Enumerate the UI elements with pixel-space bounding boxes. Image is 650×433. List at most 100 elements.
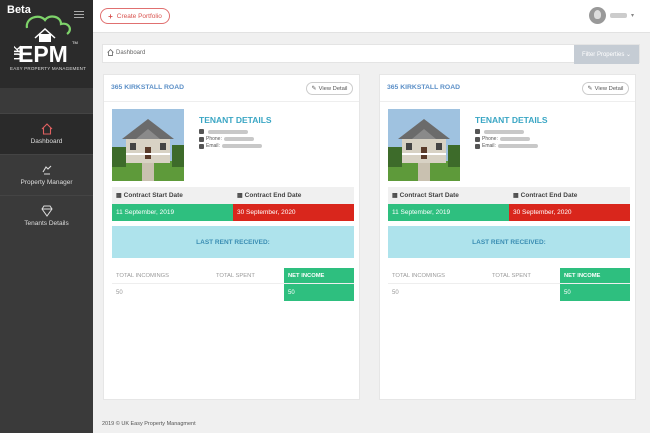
card-header: 365 KIRKSTALL ROAD ✎ View Detail <box>380 75 635 102</box>
property-photo <box>112 109 184 181</box>
sidebar-item-label: Dashboard <box>30 138 63 145</box>
net-income-value: 50 <box>560 284 630 301</box>
sidebar-item-property-manager[interactable]: Property Manager <box>0 154 93 195</box>
tenant-details-title: TENANT DETAILS <box>475 115 548 125</box>
chevron-down-icon: ▾ <box>630 13 634 19</box>
property-card: 365 KIRKSTALL ROAD ✎ View Detail TENANT … <box>103 74 360 400</box>
total-spent-value <box>212 284 284 301</box>
contract-start-header: ▦ Contract Start Date <box>392 192 459 199</box>
plus-icon: + <box>108 11 113 21</box>
diamond-icon <box>40 205 53 217</box>
logo: UK EPM TM <box>13 15 78 66</box>
card-header: 365 KIRKSTALL ROAD ✎ View Detail <box>104 75 359 102</box>
phone-icon <box>199 136 204 142</box>
breadcrumb-dashboard[interactable]: Dashboard <box>107 49 145 56</box>
view-detail-button[interactable]: ✎ View Detail <box>306 82 353 95</box>
create-portfolio-label: Create Portfolio <box>116 12 162 20</box>
view-detail-button[interactable]: ✎ View Detail <box>582 82 629 95</box>
phone-label: Phone: <box>482 136 498 142</box>
total-incomings-value: 50 <box>392 289 399 296</box>
net-income-header: NET INCOME <box>284 268 354 283</box>
logo-area: Beta UK EPM TM EASY PROPERTY MANAGEMENT <box>0 0 93 88</box>
username-blurred <box>609 13 627 18</box>
email-label: Email: <box>482 143 496 149</box>
email-icon <box>475 143 480 149</box>
logo-tagline: EASY PROPERTY MANAGEMENT <box>10 66 87 71</box>
total-incomings-header: TOTAL INCOMINGS <box>392 272 446 279</box>
calendar-icon: ▦ <box>116 193 122 199</box>
sidebar-item-label: Property Manager <box>20 179 73 186</box>
phone-label: Phone: <box>206 136 222 142</box>
view-detail-label: View Detail <box>594 85 624 92</box>
contract-header: ▦ Contract Start Date ▦ Contract End Date <box>112 187 354 204</box>
tenant-phone-line: Phone: <box>475 136 530 142</box>
phone-icon <box>475 136 480 142</box>
contract-dates: 11 September, 2019 30 September, 2020 <box>112 204 354 221</box>
contract-end-header: ▦ Contract End Date <box>237 192 302 199</box>
calendar-icon: ▦ <box>513 193 519 199</box>
contract-start-date: 11 September, 2019 <box>388 204 509 221</box>
sidebar-item-label: Tenants Details <box>24 220 69 227</box>
property-manager-icon <box>42 165 51 175</box>
sidebar-nav: Dashboard Property Manager Tenants Detai… <box>0 113 93 236</box>
user-icon <box>475 129 480 134</box>
calendar-icon: ▦ <box>392 193 398 199</box>
tenant-name-line <box>199 129 248 134</box>
finance-values: 50 50 <box>388 284 630 301</box>
filter-properties-button[interactable]: Filter Properties ⌄ <box>574 45 639 64</box>
email-blurred <box>497 144 538 148</box>
sidebar-item-tenants-details[interactable]: Tenants Details <box>0 195 93 236</box>
contract-dates: 11 September, 2019 30 September, 2020 <box>388 204 630 221</box>
tenant-name-line <box>475 129 524 134</box>
total-spent-value <box>488 284 560 301</box>
last-rent-received: LAST RENT RECEIVED: <box>112 226 354 258</box>
property-title[interactable]: 365 KIRKSTALL ROAD <box>387 84 460 91</box>
total-spent-header: TOTAL SPENT <box>216 272 255 279</box>
home-icon <box>41 123 52 135</box>
sidebar-item-dashboard[interactable]: Dashboard <box>0 113 93 154</box>
tenant-details-title: TENANT DETAILS <box>199 115 272 125</box>
svg-text:EPM: EPM <box>18 41 68 66</box>
top-bar: + Create Portfolio ▾ <box>93 0 650 33</box>
tenant-email-line: Email: <box>475 143 538 149</box>
contract-end-date: 30 September, 2020 <box>509 204 630 221</box>
phone-blurred <box>223 137 254 141</box>
total-incomings-value: 50 <box>116 289 123 296</box>
sidebar: Beta UK EPM TM EASY PROPERTY MANAGEMENT … <box>0 0 93 433</box>
finance-header: TOTAL INCOMINGS TOTAL SPENT NET INCOME <box>388 268 630 284</box>
view-detail-label: View Detail <box>318 85 348 92</box>
phone-blurred <box>499 137 530 141</box>
net-income-value: 50 <box>284 284 354 301</box>
tenant-phone-line: Phone: <box>199 136 254 142</box>
user-icon <box>199 129 204 134</box>
total-incomings-header: TOTAL INCOMINGS <box>116 272 170 279</box>
tenant-name-blurred <box>484 129 524 134</box>
svg-text:TM: TM <box>72 40 78 45</box>
user-menu[interactable]: ▾ <box>588 7 634 24</box>
email-blurred <box>221 144 262 148</box>
total-spent-header: TOTAL SPENT <box>492 272 531 279</box>
finance-values: 50 50 <box>112 284 354 301</box>
footer-copyright: 2019 © UK Easy Property Managment <box>102 421 196 427</box>
create-portfolio-button[interactable]: + Create Portfolio <box>100 8 170 24</box>
property-photo <box>388 109 460 181</box>
contract-start-date: 11 September, 2019 <box>112 204 233 221</box>
net-income-header: NET INCOME <box>560 268 630 283</box>
finance-header: TOTAL INCOMINGS TOTAL SPENT NET INCOME <box>112 268 354 284</box>
pencil-icon: ✎ <box>587 86 593 92</box>
breadcrumb: Dashboard Filter Properties ⌄ <box>102 44 640 64</box>
last-rent-received: LAST RENT RECEIVED: <box>388 226 630 258</box>
property-card: 365 KIRKSTALL ROAD ✎ View Detail TENANT … <box>379 74 636 400</box>
contract-end-date: 30 September, 2020 <box>233 204 354 221</box>
tenant-email-line: Email: <box>199 143 262 149</box>
breadcrumb-label: Dashboard <box>116 49 146 56</box>
email-icon <box>199 143 204 149</box>
contract-end-header: ▦ Contract End Date <box>513 192 578 199</box>
contract-start-header: ▦ Contract Start Date <box>116 192 183 199</box>
calendar-icon: ▦ <box>237 193 243 199</box>
home-icon <box>107 49 114 56</box>
email-label: Email: <box>206 143 220 149</box>
tenant-name-blurred <box>208 129 248 134</box>
property-title[interactable]: 365 KIRKSTALL ROAD <box>111 84 184 91</box>
avatar <box>588 7 606 24</box>
